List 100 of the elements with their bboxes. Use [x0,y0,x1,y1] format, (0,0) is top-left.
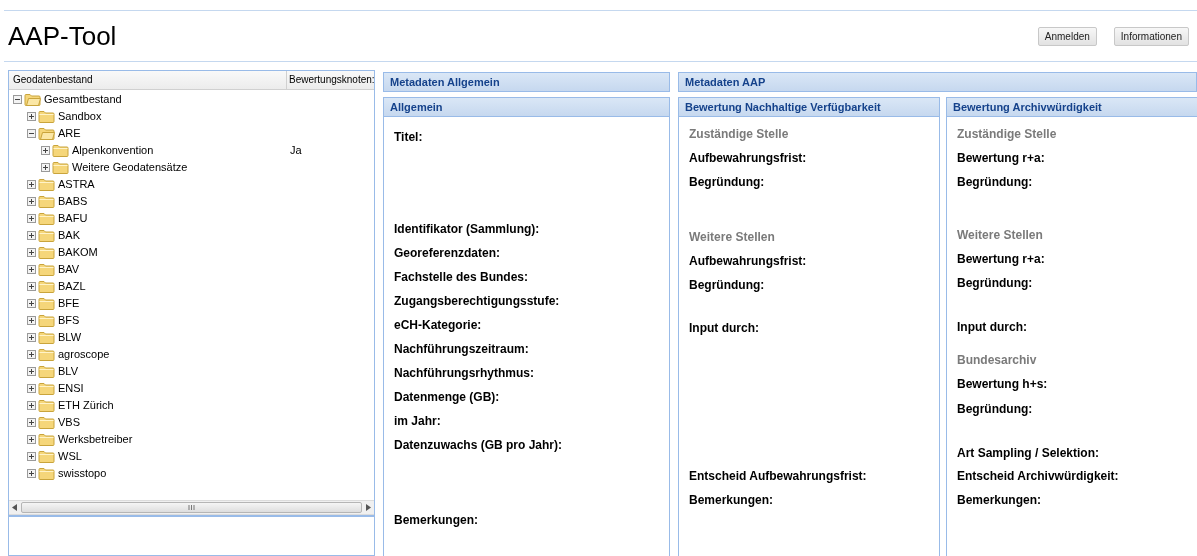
tree-node-label[interactable]: BAFU [58,210,88,227]
tree-node-label[interactable]: WSL [58,448,82,465]
field-label: Georeferenzdaten: [394,245,502,262]
field-label: Bemerkungen: [957,492,1043,509]
folder-icon [38,229,55,242]
expand-icon[interactable] [41,146,50,155]
tree-node-label[interactable]: BFS [58,312,80,329]
column-header[interactable]: Geodatenbestand [9,71,287,89]
expand-icon[interactable] [27,265,36,274]
tree-node-label[interactable]: Sandbox [58,108,102,125]
tree-node-label[interactable]: BAZL [58,278,86,295]
expand-icon[interactable] [27,214,36,223]
app-title: AAP-Tool [8,23,117,49]
expand-icon[interactable] [27,350,36,359]
field-label: Begründung: [957,401,1034,418]
tree-node-label[interactable]: BAK [58,227,80,244]
tree-node-label[interactable]: Werksbetreiber [58,431,133,448]
field-label: Bemerkungen: [689,492,775,509]
expand-icon[interactable] [41,163,50,172]
section-bar: Metadaten Allgemein [383,72,670,92]
expand-icon[interactable] [27,231,36,240]
tree-node-label[interactable]: BAKOM [58,244,98,261]
tree-node-label[interactable]: ENSI [58,380,84,397]
field-label: Begründung: [689,277,766,294]
tree-node-label[interactable]: ASTRA [58,176,95,193]
folder-icon [38,331,55,344]
tree-node-label[interactable]: BLV [58,363,78,380]
section-heading: Zuständige Stelle [689,126,790,143]
folder-icon [38,297,55,310]
expand-icon[interactable] [27,282,36,291]
header-button[interactable]: Anmelden [1037,26,1097,46]
panel-header: Allgemein [383,97,670,117]
field-label: Nachführungszeitraum: [394,341,530,358]
field-label: Nachführungsrhythmus: [394,365,535,382]
folder-icon [38,178,55,191]
expand-icon[interactable] [27,435,36,444]
expand-icon[interactable] [27,418,36,427]
field-label: Aufbewahrungsfrist: [689,253,808,270]
tree-node-label[interactable]: BAV [58,261,80,278]
field-label: Entscheid Archivwürdigkeit: [957,468,1120,485]
field-label: Input durch: [689,320,760,337]
tree-node-label[interactable]: swisstopo [58,465,107,482]
panel-header: Bewertung Nachhaltige Verfügbarkeit [678,97,940,117]
section-heading: Bundesarchiv [957,352,1038,369]
tree-node-label[interactable]: ARE [58,125,81,142]
expand-icon[interactable] [27,401,36,410]
tree-node-label[interactable]: agroscope [58,346,110,363]
folder-icon [52,144,69,157]
field-label: Bewertung r+a: [957,150,1046,167]
expand-icon[interactable] [27,333,36,342]
tree-cell-text: Ja [290,143,302,159]
scroll-left-icon[interactable] [12,504,17,511]
column-header[interactable]: Bewertungsknoten: [287,71,377,89]
folder-icon [38,467,55,480]
tree-node-label[interactable]: BFE [58,295,80,312]
section-heading: Weitere Stellen [957,227,1044,244]
folder-icon [38,416,55,429]
folder-icon [52,161,69,174]
collapse-icon[interactable] [13,95,22,104]
horizontal-scrollbar[interactable] [9,500,374,515]
field-label: Datenzuwachs (GB pro Jahr): [394,437,564,454]
folder-icon [38,365,55,378]
collapse-icon[interactable] [27,129,36,138]
expand-icon[interactable] [27,299,36,308]
folder-icon [38,314,55,327]
panel-header: Bewertung Archivwürdigkeit [946,97,1197,117]
expand-icon[interactable] [27,248,36,257]
section-bar: Metadaten AAP [678,72,1197,92]
section-heading: Zuständige Stelle [957,126,1058,143]
tree-node-label[interactable]: Weitere Geodatensätze [72,159,188,176]
folder-icon [38,382,55,395]
expand-icon[interactable] [27,469,36,478]
section-heading: Weitere Stellen [689,229,776,246]
tree-node-label[interactable]: Alpenkonvention [72,142,154,159]
scrollbar-thumb[interactable] [21,502,362,513]
scroll-right-icon[interactable] [366,504,371,511]
tree-node-label[interactable]: VBS [58,414,80,431]
field-label: Datenmenge (GB): [394,389,501,406]
expand-icon[interactable] [27,384,36,393]
field-label: Titel: [394,129,424,146]
folder-icon [38,348,55,361]
folder-icon [38,450,55,463]
folder-icon [38,399,55,412]
expand-icon[interactable] [27,316,36,325]
field-label: Begründung: [689,174,766,191]
folder-icon [38,433,55,446]
tree-node-label[interactable]: BLW [58,329,82,346]
open-folder-icon [24,93,41,106]
field-label: im Jahr: [394,413,442,430]
expand-icon[interactable] [27,112,36,121]
expand-icon[interactable] [27,197,36,206]
expand-icon[interactable] [27,180,36,189]
tree-node-label[interactable]: Gesamtbestand [44,91,122,108]
expand-icon[interactable] [27,452,36,461]
header-button[interactable]: Informationen [1113,26,1189,46]
field-label: Bewertung r+a: [957,251,1046,268]
tree-node-label[interactable]: BABS [58,193,88,210]
tree-node-label[interactable]: ETH Zürich [58,397,114,414]
folder-icon [38,280,55,293]
expand-icon[interactable] [27,367,36,376]
